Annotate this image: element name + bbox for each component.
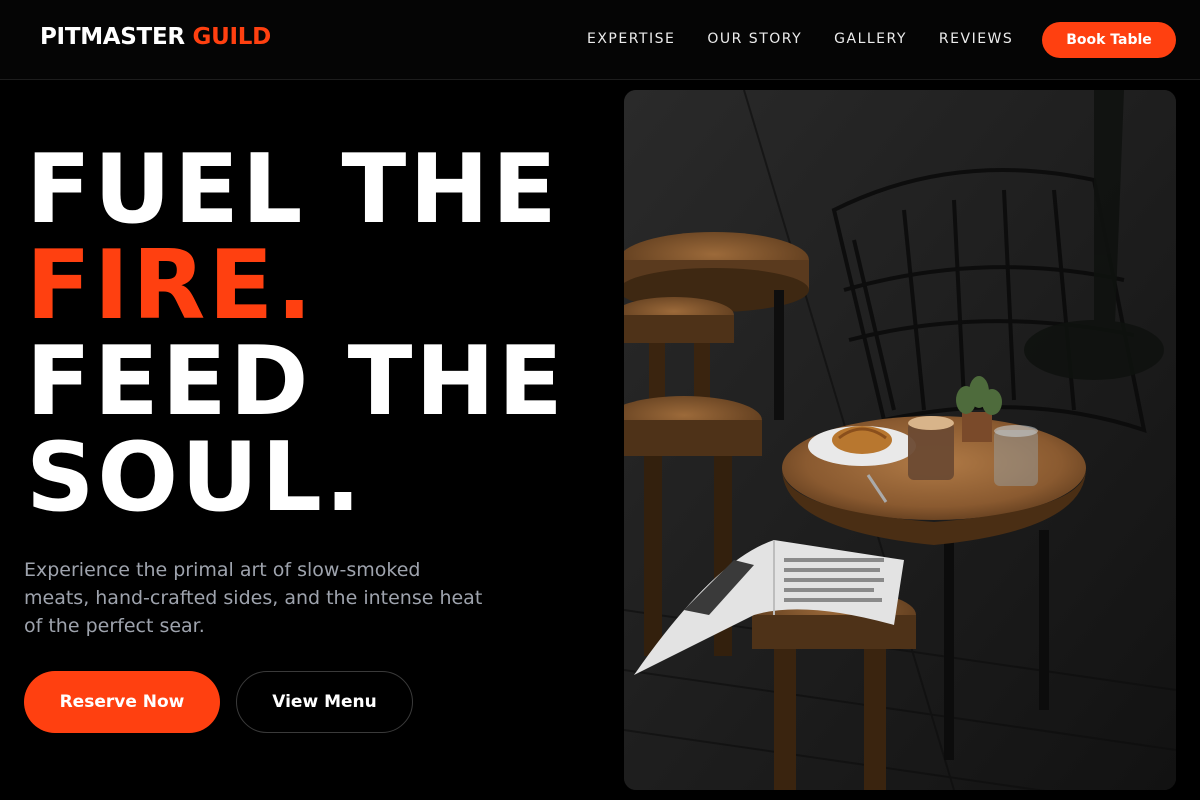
brand-logo[interactable]: PITMASTER GUILD bbox=[40, 24, 271, 50]
nav-link-reviews[interactable]: REVIEWS bbox=[939, 31, 1013, 47]
headline-line-1: FUEL THE bbox=[26, 135, 560, 245]
brand-accent: GUILD bbox=[192, 24, 272, 50]
brand-name: PITMASTER bbox=[40, 24, 185, 50]
nav-links: EXPERTISE OUR STORY GALLERY REVIEWS bbox=[587, 31, 1045, 47]
nav-link-our-story[interactable]: OUR STORY bbox=[707, 31, 802, 47]
hero-photo bbox=[624, 90, 1176, 790]
view-menu-button[interactable]: View Menu bbox=[236, 671, 413, 733]
nav-link-expertise[interactable]: EXPERTISE bbox=[587, 31, 675, 47]
top-nav: PITMASTER GUILD EXPERTISE OUR STORY GALL… bbox=[0, 0, 1200, 80]
cafe-table-illustration bbox=[624, 90, 1176, 790]
reserve-now-button[interactable]: Reserve Now bbox=[24, 671, 220, 733]
headline-line-2: FIRE. bbox=[26, 231, 316, 341]
book-table-button[interactable]: Book Table bbox=[1042, 22, 1176, 58]
hero-headline: FUEL THE FIRE. FEED THE SOUL. bbox=[26, 142, 566, 526]
headline-line-4: SOUL. bbox=[26, 423, 364, 533]
nav-link-gallery[interactable]: GALLERY bbox=[834, 31, 907, 47]
headline-line-3: FEED THE bbox=[26, 327, 566, 437]
hero-subtext: Experience the primal art of slow-smoked… bbox=[24, 559, 483, 637]
